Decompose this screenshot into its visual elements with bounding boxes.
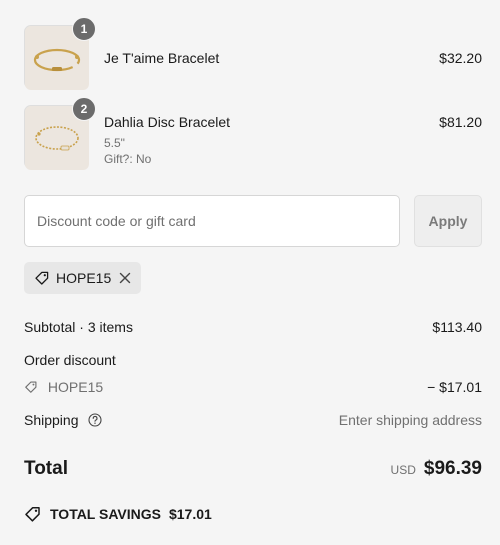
discount-code-input[interactable] xyxy=(24,195,400,247)
shipping-row: Shipping Enter shipping address xyxy=(24,412,482,428)
quantity-badge: 1 xyxy=(72,17,96,41)
item-variant: 5.5" xyxy=(104,136,125,150)
item-gift-option: Gift?: No xyxy=(104,152,152,166)
discount-value: − $17.01 xyxy=(427,379,482,395)
currency-code: USD xyxy=(390,463,416,477)
tag-icon xyxy=(34,270,50,286)
remove-discount-button[interactable] xyxy=(119,272,131,284)
apply-button[interactable]: Apply xyxy=(414,195,482,247)
shipping-label: Shipping xyxy=(24,412,79,428)
total-value: $96.39 xyxy=(423,458,482,479)
product-thumbnail: 2 xyxy=(24,97,96,170)
tag-icon xyxy=(24,380,38,394)
savings-tag-icon xyxy=(24,505,42,523)
order-discount-row: Order discount xyxy=(24,352,482,368)
item-name: Je T'aime Bracelet xyxy=(104,50,220,66)
total-savings-label: TOTAL SAVINGS xyxy=(50,506,161,522)
item-price: $81.20 xyxy=(439,114,482,130)
line-item: 2 Dahlia Disc Bracelet 5.5" Gift?: No $8… xyxy=(24,97,482,173)
order-discount-label: Order discount xyxy=(24,352,116,368)
subtotal-label: Subtotal · 3 items xyxy=(24,319,133,335)
total-value-group: USD $96.39 xyxy=(391,458,482,480)
close-icon xyxy=(119,272,131,284)
discount-code-label: HOPE15 xyxy=(47,379,104,395)
total-label: Total xyxy=(24,458,68,479)
quantity-badge: 2 xyxy=(72,97,96,121)
subtotal-row: Subtotal · 3 items $113.40 xyxy=(24,319,482,335)
shipping-value: Enter shipping address xyxy=(338,412,482,428)
applied-discount-code: HOPE15 xyxy=(56,270,112,286)
total-savings: TOTAL SAVINGS $17.01 xyxy=(24,505,212,523)
total-savings-value: $17.01 xyxy=(168,506,212,522)
product-thumbnail: 1 xyxy=(24,17,96,90)
subtotal-value: $113.40 xyxy=(432,319,482,335)
line-item: 1 Je T'aime Bracelet $32.20 xyxy=(24,17,482,93)
item-price: $32.20 xyxy=(439,50,482,66)
discount-code-row: HOPE15 − $17.01 xyxy=(24,379,482,395)
applied-discount-chip: HOPE15 xyxy=(24,262,141,294)
item-name: Dahlia Disc Bracelet xyxy=(104,114,231,130)
help-icon[interactable] xyxy=(88,413,102,427)
